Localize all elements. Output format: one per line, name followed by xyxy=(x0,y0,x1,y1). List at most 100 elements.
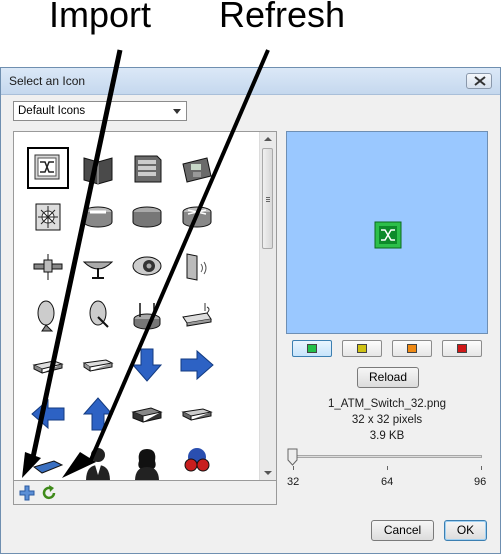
wall-speaker-icon xyxy=(186,253,207,281)
icon-cell-arrow-down[interactable] xyxy=(126,344,168,386)
user-male-icon xyxy=(86,448,110,480)
satellite-icon xyxy=(33,254,63,280)
icon-cell-server-box[interactable] xyxy=(126,393,168,435)
laptop-icon xyxy=(32,460,64,474)
atm-switch-icon xyxy=(34,154,60,180)
icon-cell-camera[interactable] xyxy=(126,245,168,287)
user-female-icon xyxy=(135,449,159,480)
server-box-icon xyxy=(131,407,163,423)
icon-cell-ip-phone[interactable] xyxy=(176,147,218,189)
reload-button[interactable]: Reload xyxy=(357,367,419,388)
size-slider-thumb[interactable] xyxy=(287,448,298,466)
icon-cell-switch-small[interactable] xyxy=(27,344,69,386)
scroll-up-icon[interactable] xyxy=(264,137,272,141)
icon-cell-hub[interactable] xyxy=(126,195,168,237)
satellite-dish-alt-icon xyxy=(89,300,109,328)
icon-preview xyxy=(286,131,488,334)
size-slider-track[interactable] xyxy=(294,455,482,458)
chevron-down-icon xyxy=(173,109,181,114)
binoculars-user-icon xyxy=(184,448,210,472)
icon-cell-switch-flat[interactable] xyxy=(77,344,119,386)
arrow-right-icon xyxy=(180,349,214,381)
swatch-color-yellow xyxy=(357,344,367,353)
icon-set-dropdown[interactable]: Default Icons xyxy=(13,101,187,121)
icon-panel-toolbar xyxy=(13,481,277,505)
icon-cell-binoculars-user[interactable] xyxy=(176,442,218,480)
close-icon xyxy=(474,76,486,86)
icon-set-value: Default Icons xyxy=(18,105,86,117)
icon-grid-scrollbar[interactable] xyxy=(259,132,276,480)
close-button[interactable] xyxy=(466,73,492,89)
server-rack-icon xyxy=(134,155,162,183)
icon-cell-laptop[interactable] xyxy=(27,442,69,480)
router-switch-icon xyxy=(35,203,61,231)
icon-cell-satellite-dish-small[interactable] xyxy=(27,294,69,336)
icon-cell-modem[interactable] xyxy=(176,393,218,435)
color-swatch-yellow[interactable] xyxy=(342,340,382,357)
icon-cell-arrow-right[interactable] xyxy=(176,344,218,386)
arrow-down-icon xyxy=(131,348,163,382)
icon-dimensions: 32 x 32 pixels xyxy=(351,414,423,426)
arrow-up-icon xyxy=(82,397,114,431)
dialog-title: Select an Icon xyxy=(9,74,86,88)
title-bar: Select an Icon xyxy=(1,68,500,95)
atm-switch-preview-icon xyxy=(374,221,402,249)
swatch-color-orange xyxy=(407,344,417,353)
import-button[interactable] xyxy=(18,484,36,502)
icon-grid-panel xyxy=(13,131,277,481)
icon-cell-wireless-access-point[interactable] xyxy=(176,294,218,336)
icon-cell-router[interactable] xyxy=(176,195,218,237)
slider-tick-label: 64 xyxy=(381,476,394,488)
switch-flat-icon xyxy=(82,359,114,372)
arrow-left-icon xyxy=(31,398,65,430)
switch-small-icon xyxy=(32,360,64,374)
wireless-access-point-icon xyxy=(182,303,212,327)
refresh-icon xyxy=(42,485,56,500)
slider-tick-label: 96 xyxy=(474,476,487,488)
tape-drive-icon xyxy=(83,206,113,228)
book-icon xyxy=(83,157,113,185)
hub-icon xyxy=(132,206,162,228)
satellite-dish-small-icon xyxy=(37,300,55,332)
add-icon xyxy=(19,485,35,501)
icon-cell-tape-drive[interactable] xyxy=(77,195,119,237)
icon-cell-user-male[interactable] xyxy=(77,442,119,480)
swatch-color-green xyxy=(307,344,317,353)
import-annotation: Import xyxy=(49,0,152,35)
icon-file-size: 3.9 KB xyxy=(369,430,405,442)
refresh-button[interactable] xyxy=(40,484,58,502)
icon-filename: 1_ATM_Switch_32.png xyxy=(327,398,447,410)
icon-cell-router-switch[interactable] xyxy=(27,195,69,237)
icon-cell-atm-switch[interactable] xyxy=(27,147,69,189)
icon-cell-user-female[interactable] xyxy=(126,442,168,480)
ip-phone-icon xyxy=(182,157,212,183)
ok-button[interactable]: OK xyxy=(444,520,487,541)
slider-tick-label: 32 xyxy=(287,476,300,488)
icon-cell-wall-speaker[interactable] xyxy=(176,245,218,287)
scroll-thumb[interactable] xyxy=(262,148,273,249)
swatch-color-red xyxy=(457,344,467,353)
refresh-annotation: Refresh xyxy=(219,0,346,35)
modem-icon xyxy=(181,408,213,421)
color-swatch-red[interactable] xyxy=(442,340,482,357)
scroll-down-icon[interactable] xyxy=(264,471,272,475)
icon-cell-wireless-router[interactable] xyxy=(126,294,168,336)
color-swatch-orange[interactable] xyxy=(392,340,432,357)
icon-cell-arrow-up[interactable] xyxy=(77,393,119,435)
icon-cell-arrow-left[interactable] xyxy=(27,393,69,435)
icon-cell-satellite[interactable] xyxy=(27,245,69,287)
icon-cell-satellite-dish-alt[interactable] xyxy=(77,294,119,336)
slider-tick xyxy=(387,466,388,470)
select-icon-dialog: Select an Icon Default Icons Reload 1_AT… xyxy=(0,67,501,554)
icon-cell-server-rack[interactable] xyxy=(126,147,168,189)
slider-tick xyxy=(481,466,482,470)
slider-tick xyxy=(293,466,294,470)
router-icon xyxy=(182,206,212,228)
wireless-router-icon xyxy=(133,303,161,330)
camera-icon xyxy=(132,256,162,276)
satellite-dish-icon xyxy=(82,261,114,279)
icon-cell-book[interactable] xyxy=(77,147,119,189)
cancel-button[interactable]: Cancel xyxy=(371,520,434,541)
icon-cell-satellite-dish[interactable] xyxy=(77,245,119,287)
color-swatch-green[interactable] xyxy=(292,340,332,357)
